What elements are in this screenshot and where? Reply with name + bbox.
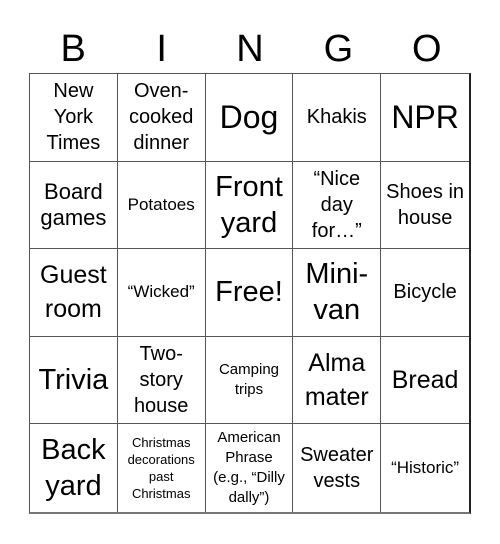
bingo-cell[interactable]: “Wicked” — [117, 249, 206, 337]
bingo-cell-text: Free! — [215, 276, 283, 309]
header-letter-i: I — [156, 28, 167, 70]
bingo-cell-text: Two-story house — [133, 343, 189, 418]
header-letter-g: G — [323, 28, 354, 70]
bingo-cell[interactable]: Bread — [381, 337, 469, 425]
bingo-cell-text: Back yard — [41, 434, 106, 503]
bingo-cell[interactable]: Trivia — [30, 336, 118, 425]
bingo-cell[interactable]: Camping trips — [205, 336, 294, 425]
bingo-cell-text: Bread — [391, 366, 459, 395]
bingo-cell[interactable]: New York Times — [30, 74, 118, 162]
bingo-cell[interactable]: Board games — [30, 161, 118, 250]
bingo-cell[interactable]: “Nice day for…” — [293, 161, 382, 250]
bingo-cell-text: Guest room — [40, 261, 107, 324]
bingo-grid: New York Times Oven-cooked dinner Dog Khaki… — [29, 73, 471, 514]
bingo-cell-text: Alma mater — [304, 349, 369, 412]
bingo-cell[interactable]: Mini-van — [293, 249, 382, 337]
bingo-cell-text: Dog — [219, 99, 279, 136]
bingo-cell-text: “Wicked” — [127, 282, 195, 302]
bingo-cell[interactable]: Khakis — [293, 74, 382, 162]
bingo-cell[interactable]: NPR — [381, 74, 469, 162]
bingo-cell-text: “Historic” — [391, 458, 460, 478]
bingo-cell-text: Front yard — [215, 170, 283, 239]
bingo-cell-text: Potatoes — [127, 194, 195, 214]
bingo-cell[interactable]: Guest room — [30, 249, 118, 337]
bingo-cell-text: Trivia — [38, 364, 109, 397]
bingo-cell[interactable]: Oven-cooked dinner — [117, 74, 206, 162]
bingo-cell-text: “Nice day for…” — [311, 167, 362, 242]
bingo-cell-text: Bicycle — [393, 281, 457, 304]
bingo-cell[interactable]: Front yard — [205, 161, 294, 250]
bingo-cell-text: New York Times — [46, 80, 101, 155]
bingo-cell[interactable]: Sweater vests — [293, 424, 382, 512]
bingo-cell[interactable]: Christmas decorations past Christmas — [118, 424, 206, 512]
bingo-cell[interactable]: American Phrase (e.g., “Dilly dally”) — [206, 424, 294, 512]
header-letter-n: N — [236, 28, 264, 70]
bingo-cell[interactable]: Back yard — [30, 424, 118, 512]
bingo-cell-text: Sweater vests — [300, 444, 374, 493]
bingo-header: B I N G O — [29, 24, 471, 74]
header-letter-o: O — [412, 28, 442, 70]
header-letter-b: B — [60, 28, 86, 70]
bingo-cell-text: Christmas decorations past Christmas — [127, 435, 195, 502]
bingo-cell[interactable]: Two-story house — [117, 336, 206, 425]
bingo-cell-text: Board games — [40, 178, 107, 230]
bingo-cell[interactable]: Shoes in house — [381, 162, 469, 250]
bingo-cell-text: Camping trips — [218, 361, 279, 399]
bingo-cell[interactable]: Potatoes — [117, 161, 206, 250]
bingo-cell[interactable]: Bicycle — [381, 249, 469, 337]
bingo-cell[interactable]: Free! — [205, 249, 294, 337]
bingo-cell[interactable]: Dog — [205, 74, 294, 162]
bingo-cell-text: Shoes in house — [386, 180, 465, 229]
bingo-cell[interactable]: “Historic” — [381, 424, 469, 512]
bingo-cell-text: Mini-van — [305, 258, 369, 327]
bingo-cell[interactable]: Alma mater — [293, 336, 382, 425]
bingo-cell-text: Oven-cooked dinner — [128, 80, 194, 155]
bingo-cell-text: Khakis — [306, 106, 367, 129]
bingo-cell-text: American Phrase (e.g., “Dilly dally”) — [213, 429, 285, 507]
bingo-cell-text: NPR — [391, 99, 459, 136]
